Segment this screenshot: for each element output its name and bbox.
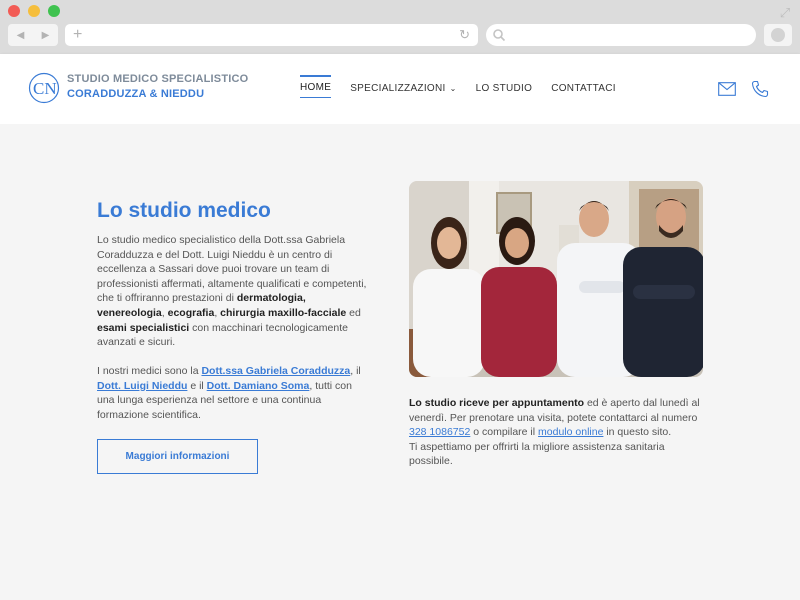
browser-menu-button[interactable] (764, 24, 792, 46)
link-soma[interactable]: Dott. Damiano Soma (207, 380, 310, 392)
back-icon[interactable]: ◀ (17, 30, 25, 41)
phone-icon[interactable] (751, 80, 769, 98)
nav-label: SPECIALIZZAZIONI (350, 83, 446, 94)
minimize-window-button[interactable] (28, 5, 40, 17)
nav-contattaci[interactable]: CONTATTACI (551, 83, 616, 98)
browser-chrome: ⤢ ◀ ▶ + ↻ (0, 0, 800, 54)
team-photo (409, 181, 703, 377)
logo-letters: CN (33, 79, 57, 98)
close-window-button[interactable] (8, 5, 20, 17)
site-header: CN STUDIO MEDICO SPECIALISTICO CORADDUZZ… (0, 54, 800, 124)
link-coradduzza[interactable]: Dott.ssa Gabriela Coradduzza (201, 365, 350, 377)
nav-home[interactable]: HOME (300, 80, 332, 98)
address-bar[interactable]: + ↻ (65, 24, 478, 46)
phone-link[interactable]: 328 1086752 (409, 426, 470, 438)
logo-icon[interactable]: CN (28, 72, 60, 104)
page-title: Lo studio medico (97, 199, 271, 222)
chevron-down-icon: ⌄ (449, 84, 457, 93)
forward-icon[interactable]: ▶ (42, 30, 50, 41)
doctors-paragraph: I nostri medici sono la Dott.ssa Gabriel… (97, 365, 361, 421)
appointment-info: Lo studio riceve per appuntamento ed è a… (409, 397, 700, 468)
new-tab-icon[interactable]: + (73, 26, 82, 44)
history-buttons: ◀ ▶ (8, 24, 58, 46)
brand-line-1[interactable]: STUDIO MEDICO SPECIALISTICO (67, 73, 248, 85)
more-info-button[interactable]: Maggiori informazioni (97, 439, 258, 474)
search-icon (493, 29, 506, 42)
menu-circle-icon (771, 28, 785, 42)
browser-search-input[interactable] (486, 24, 756, 46)
maximize-window-button[interactable] (48, 5, 60, 17)
link-nieddu[interactable]: Dott. Luigi Nieddu (97, 380, 187, 392)
online-form-link[interactable]: modulo online (538, 426, 603, 438)
reload-icon[interactable]: ↻ (459, 27, 470, 43)
nav-lo-studio[interactable]: LO STUDIO (476, 83, 533, 98)
main-nav: HOME SPECIALIZZAZIONI ⌄ LO STUDIO CONTATT… (300, 80, 635, 98)
intro-paragraph: Lo studio medico specialistico della Dot… (97, 234, 367, 349)
mail-icon[interactable] (718, 82, 736, 96)
main-content: Lo studio medico Lo studio medico specia… (0, 124, 800, 600)
fullscreen-icon[interactable]: ⤢ (778, 6, 792, 20)
nav-specializzazioni[interactable]: SPECIALIZZAZIONI ⌄ (350, 83, 456, 98)
brand-line-2[interactable]: CORADDUZZA & NIEDDU (67, 88, 204, 100)
